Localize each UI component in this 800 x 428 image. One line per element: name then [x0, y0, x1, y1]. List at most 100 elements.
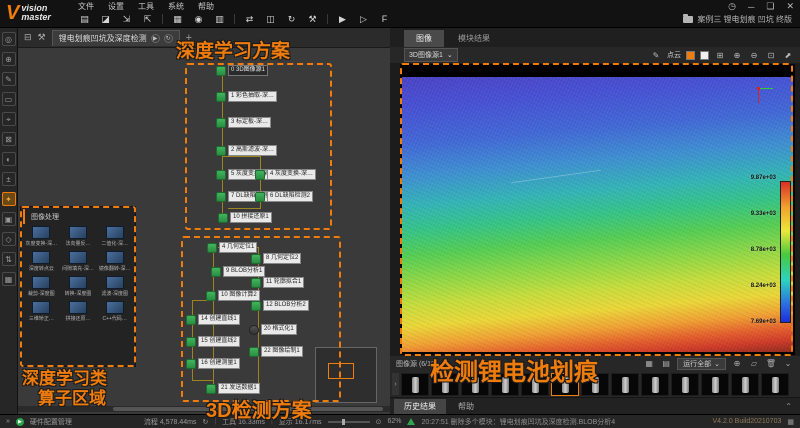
flow-node[interactable]: 16 创建测量1 — [186, 358, 240, 369]
operator-item[interactable]: 二值化-深… — [97, 226, 132, 247]
flow-node[interactable]: 2 高斯滤波-深… — [216, 145, 278, 156]
tab-image[interactable]: 图像 — [404, 30, 444, 47]
communication-icon[interactable]: ⇄ — [243, 14, 256, 25]
scrollbar-thumb[interactable] — [113, 407, 383, 411]
flow-node[interactable]: 22 图像绘制1 — [249, 346, 303, 357]
close-button[interactable]: ✕ — [786, 1, 794, 12]
thumbnail[interactable] — [701, 372, 729, 396]
strip-scroll-button[interactable]: › — [392, 373, 399, 395]
function-icon[interactable]: F — [378, 14, 391, 24]
add-image-button[interactable]: ⊕ — [731, 359, 743, 368]
chart-icon[interactable]: ▣ — [1, 212, 16, 226]
flow-canvas[interactable]: 0 3D图像源1 1 彩色抽取-深… 3 标定板-深… 2 高斯滤波-深… 5 … — [18, 48, 390, 414]
flow-node[interactable]: 14 创建直线1 — [186, 314, 240, 325]
deep-learning-icon[interactable]: ✦ — [1, 192, 16, 206]
region-icon[interactable]: ▭ — [1, 92, 16, 106]
thumbnail[interactable] — [641, 372, 669, 396]
operator-item[interactable]: 拼接还原… — [61, 301, 96, 322]
thumbnail[interactable] — [521, 372, 549, 396]
thumbnail[interactable] — [431, 372, 459, 396]
menu-tools[interactable]: 工具 — [138, 1, 154, 12]
image-edit-icon[interactable]: ✎ — [1, 72, 16, 86]
flow-node[interactable]: 20 格式化1 — [249, 324, 297, 335]
one-to-one-icon[interactable]: ⊡ — [765, 51, 777, 60]
image-viewer[interactable]: 9.87e+03 9.33e+03 8.78e+03 8.24e+03 7.69… — [390, 63, 800, 356]
zoom-out-icon[interactable]: ⊖ — [748, 51, 760, 60]
thumbnail[interactable] — [731, 372, 759, 396]
thumbnail-selected[interactable] — [551, 372, 579, 396]
flow-node[interactable]: 6 DL缺陷检测2 — [255, 191, 314, 202]
operator-item[interactable]: 裁剪-深度图 — [24, 276, 59, 297]
flow-node[interactable]: 12 BLOB分析2 — [251, 300, 309, 311]
zoom-in-icon[interactable]: ⊕ — [731, 51, 743, 60]
grid-view-icon[interactable]: ▦ — [643, 359, 655, 368]
thumbnail[interactable] — [461, 372, 489, 396]
thumbnail[interactable] — [491, 372, 519, 396]
flow-node[interactable]: 9 BLOB分析1 — [211, 266, 266, 277]
fullscreen-icon[interactable]: ⬈ — [782, 51, 794, 60]
flow-node[interactable]: 0 3D图像源1 — [216, 65, 269, 76]
open-image-folder-button[interactable]: ▱ — [748, 359, 760, 368]
tab-history-result[interactable]: 历史结果 — [394, 398, 446, 414]
acquisition-icon[interactable]: ◎ — [1, 32, 16, 46]
save-icon[interactable]: ▤ — [78, 14, 91, 25]
pencil-icon[interactable]: ✎ — [650, 51, 662, 60]
display-icon[interactable]: ▦ — [1, 272, 16, 286]
menu-file[interactable]: 文件 — [78, 1, 94, 12]
restore-button[interactable]: ❏ — [766, 1, 774, 12]
flow-tab[interactable]: 锂电划痕凹坑及深度检测 ▶ ↻ — [51, 29, 180, 46]
tab-help[interactable]: 帮助 — [448, 399, 484, 414]
menu-help[interactable]: 帮助 — [198, 1, 214, 12]
tray-icon[interactable]: ▦ — [787, 418, 794, 426]
operator-item[interactable]: 间隙填充-深… — [61, 251, 96, 272]
import-icon[interactable]: ⇲ — [120, 14, 133, 25]
flow-node[interactable]: 1 彩色抽取-深… — [216, 91, 278, 102]
flow-node[interactable]: 10 拼接还原1 — [218, 212, 272, 223]
add-flow-tab-button[interactable]: + — [186, 32, 192, 44]
run-all-button[interactable]: 运行全部 ⌄ — [677, 357, 726, 370]
fit-view-icon[interactable]: ⊞ — [714, 51, 726, 60]
thumbnail[interactable] — [611, 372, 639, 396]
recognition-icon[interactable]: ⊠ — [1, 132, 16, 146]
operator-item[interactable]: 法向量反… — [61, 226, 96, 247]
export-icon[interactable]: ⇱ — [141, 14, 154, 25]
minimap-viewport[interactable] — [328, 363, 354, 379]
thumbnail[interactable] — [671, 372, 699, 396]
hierarchy-icon[interactable]: ⊟ — [24, 32, 32, 43]
run-all-icon[interactable]: ▶ — [336, 14, 349, 25]
transfer-icon[interactable]: ⇅ — [1, 252, 16, 266]
expand-icon[interactable]: » — [6, 418, 10, 425]
zoom-slider-knob[interactable] — [341, 418, 345, 425]
logic-icon[interactable]: ◇ — [1, 232, 16, 246]
operator-item[interactable]: 转换-深度图 — [61, 276, 96, 297]
minimize-button[interactable]: ─ — [748, 2, 754, 12]
delete-image-button[interactable]: 🗑 — [765, 359, 777, 368]
global-loop-icon[interactable]: ↻ — [285, 14, 298, 25]
collapse-strip-icon[interactable]: ⌄ — [782, 359, 794, 368]
io-icon[interactable]: ◫ — [264, 14, 277, 25]
run-once-icon[interactable]: ▷ — [357, 14, 370, 25]
zoom-slider[interactable] — [327, 418, 370, 425]
menu-settings[interactable]: 设置 — [108, 1, 124, 12]
location-icon[interactable]: ⊕ — [1, 52, 16, 66]
clock-icon[interactable]: ◷ — [728, 1, 736, 12]
thumbnail[interactable] — [761, 372, 789, 396]
operator-item[interactable]: 三维矫正… — [24, 301, 59, 322]
calc-icon[interactable]: ± — [1, 172, 16, 186]
thumbnail[interactable] — [401, 372, 429, 396]
flow-node[interactable]: 8 几何定位2 — [251, 253, 302, 264]
canvas-minimap[interactable] — [315, 347, 377, 403]
flow-node[interactable]: 4 几何定位1 — [207, 242, 258, 253]
operator-item[interactable]: C++代码… — [97, 301, 132, 322]
camera-icon[interactable]: ◉ — [192, 14, 205, 25]
tool-icon[interactable]: ⚒ — [306, 14, 319, 25]
loop-flow-icon[interactable]: ↻ — [163, 33, 173, 43]
menu-system[interactable]: 系统 — [168, 1, 184, 12]
wrench-icon[interactable]: ⚒ — [38, 32, 46, 43]
measure-icon[interactable]: ⌖ — [1, 112, 16, 126]
operator-item[interactable]: 深度转点云 — [24, 251, 59, 272]
collapse-panel-icon[interactable]: ⌃ — [785, 402, 792, 411]
render-color-swatch-white[interactable] — [700, 50, 709, 60]
render-color-swatch-orange[interactable] — [686, 50, 695, 60]
run-flow-icon[interactable]: ▶ — [150, 33, 160, 43]
